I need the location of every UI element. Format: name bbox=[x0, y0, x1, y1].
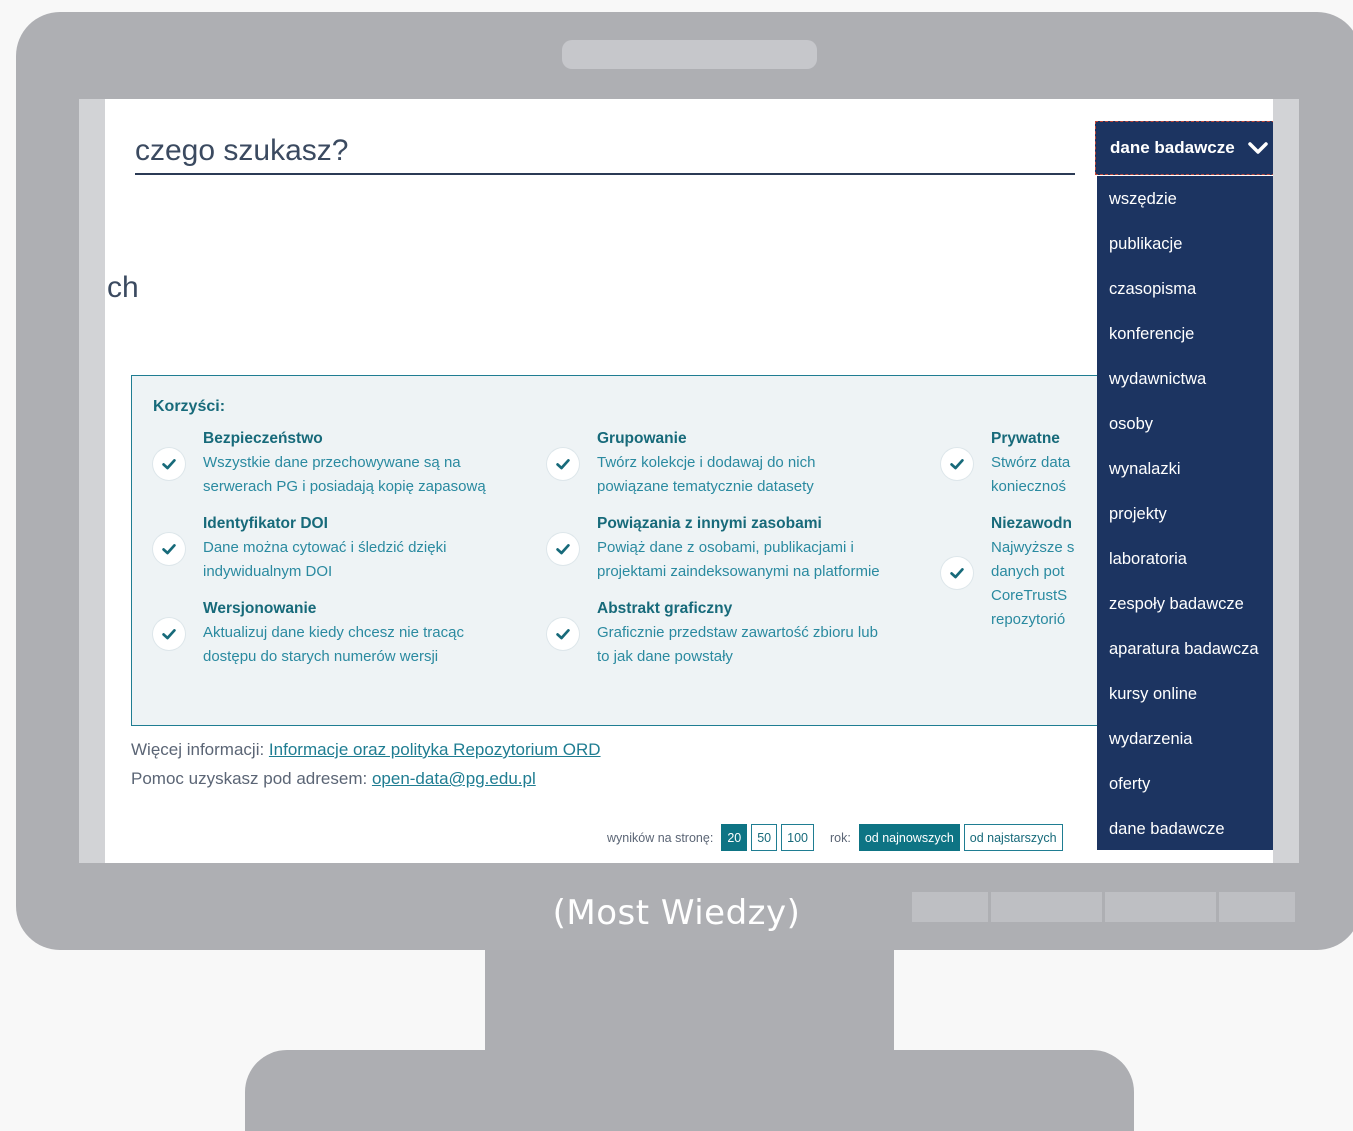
benefit-text: Twórz kolekcje i dodawaj do nich bbox=[597, 454, 816, 471]
help-label: Pomoc uzyskasz pod adresem: bbox=[131, 769, 372, 788]
benefit-text: Powiąż dane z osobami, publikacjami i bbox=[597, 539, 854, 556]
benefit-text: Graficznie przedstaw zawartość zbioru lu… bbox=[597, 624, 878, 641]
decorative-stripes bbox=[912, 892, 1301, 922]
dropdown-item-oferty[interactable]: oferty bbox=[1109, 775, 1150, 794]
per-page-label: wyników na stronę: bbox=[607, 830, 714, 845]
help-line: Pomoc uzyskasz pod adresem: open-data@pg… bbox=[131, 769, 536, 789]
per-page-100-button[interactable]: 100 bbox=[781, 824, 814, 851]
monitor-stand-neck bbox=[485, 950, 894, 1052]
check-icon bbox=[547, 533, 579, 565]
monitor-stand-base bbox=[245, 1050, 1134, 1131]
dropdown-item-publikacje[interactable]: publikacje bbox=[1109, 235, 1182, 254]
dropdown-item-osoby[interactable]: osoby bbox=[1109, 415, 1153, 434]
check-icon bbox=[153, 618, 185, 650]
benefit-title: Prywatne bbox=[991, 430, 1060, 447]
check-icon bbox=[153, 448, 185, 480]
check-icon bbox=[547, 448, 579, 480]
benefit-text: Najwyższe s bbox=[991, 539, 1075, 556]
category-dropdown-menu: wszędzie publikacje czasopisma konferenc… bbox=[1097, 176, 1273, 850]
benefit-text: Stwórz data bbox=[991, 454, 1071, 471]
benefit-text: danych pot bbox=[991, 563, 1065, 580]
benefit-item: Wersjonowanie Aktualizuj dane kiedy chce… bbox=[153, 600, 513, 665]
benefit-text: CoreTrustS bbox=[991, 587, 1068, 604]
results-toolbar: wyników na stronę: 20 50 100 rok: od naj… bbox=[607, 824, 1067, 851]
web-page: ch Korzyści: Bezpieczeństwo Wszystkie da… bbox=[105, 99, 1273, 863]
benefit-title: Wersjonowanie bbox=[203, 600, 317, 617]
screen-left-gutter bbox=[79, 99, 105, 863]
benefit-title: Bezpieczeństwo bbox=[203, 430, 323, 447]
category-dropdown-value: dane badawcze bbox=[1110, 138, 1235, 157]
benefits-title: Korzyści: bbox=[153, 398, 226, 415]
benefit-title: Abstrakt graficzny bbox=[597, 600, 733, 617]
dropdown-item-wydawnictwa[interactable]: wydawnictwa bbox=[1109, 370, 1206, 389]
benefit-text: Aktualizuj dane kiedy chcesz nie tracąc bbox=[203, 624, 464, 641]
benefit-title: Grupowanie bbox=[597, 430, 687, 447]
benefit-text: indywidualnym DOI bbox=[203, 563, 333, 580]
benefit-text: projektami zaindeksowanymi na platformie bbox=[597, 563, 880, 580]
benefit-text: serwerach PG i posiadają kopię zapasową bbox=[203, 478, 486, 495]
benefit-text: repozytorió bbox=[991, 611, 1066, 628]
benefit-title: Identyfikator DOI bbox=[203, 515, 328, 532]
per-page-50-button[interactable]: 50 bbox=[751, 824, 778, 851]
dropdown-item-projekty[interactable]: projekty bbox=[1109, 505, 1167, 524]
dropdown-item-dane-badawcze[interactable]: dane badawcze bbox=[1109, 820, 1225, 839]
benefit-item: Abstrakt graficzny Graficznie przedstaw … bbox=[547, 600, 907, 665]
dropdown-item-wszedzie[interactable]: wszędzie bbox=[1109, 190, 1177, 209]
chevron-down-icon bbox=[1247, 142, 1268, 154]
webcam-bar bbox=[562, 40, 817, 69]
dropdown-item-czasopisma[interactable]: czasopisma bbox=[1109, 280, 1196, 299]
check-icon bbox=[941, 448, 973, 480]
check-icon bbox=[547, 618, 579, 650]
page-heading-partial: ch bbox=[107, 271, 139, 304]
email-link[interactable]: open-data@pg.edu.pl bbox=[372, 769, 536, 788]
dropdown-item-kursy-online[interactable]: kursy online bbox=[1109, 685, 1197, 704]
benefit-title: Powiązania z innymi zasobami bbox=[597, 515, 822, 532]
more-info-line: Więcej informacji: Informacje oraz polit… bbox=[131, 740, 601, 760]
benefit-item: Powiązania z innymi zasobami Powiąż dane… bbox=[547, 515, 907, 580]
policy-link[interactable]: Informacje oraz polityka Repozytorium OR… bbox=[269, 740, 601, 759]
sort-newest-button[interactable]: od najnowszych bbox=[858, 824, 960, 851]
benefit-text: powiązane tematycznie datasety bbox=[597, 478, 814, 495]
dropdown-item-konferencje[interactable]: konferencje bbox=[1109, 325, 1194, 344]
check-icon bbox=[941, 557, 973, 589]
dropdown-item-wydarzenia[interactable]: wydarzenia bbox=[1109, 730, 1192, 749]
benefit-text: dostępu do starych numerów wersji bbox=[203, 648, 439, 665]
benefit-item: Grupowanie Twórz kolekcje i dodawaj do n… bbox=[547, 430, 907, 495]
benefit-text: koniecznoś bbox=[991, 478, 1067, 495]
stage: ch Korzyści: Bezpieczeństwo Wszystkie da… bbox=[0, 0, 1353, 1131]
more-info-label: Więcej informacji: bbox=[131, 740, 269, 759]
benefit-item: Bezpieczeństwo Wszystkie dane przechowyw… bbox=[153, 430, 513, 495]
dropdown-item-zespoly-badawcze[interactable]: zespoły badawcze bbox=[1109, 595, 1244, 614]
dropdown-item-laboratoria[interactable]: laboratoria bbox=[1109, 550, 1187, 569]
category-dropdown[interactable]: dane badawcze bbox=[1095, 121, 1273, 175]
year-label: rok: bbox=[829, 830, 851, 845]
benefit-item: Identyfikator DOI Dane można cytować i ś… bbox=[153, 515, 513, 580]
search-input[interactable] bbox=[135, 129, 1075, 175]
benefit-text: Wszystkie dane przechowywane są na bbox=[203, 454, 461, 471]
screen: ch Korzyści: Bezpieczeństwo Wszystkie da… bbox=[79, 99, 1299, 863]
dropdown-item-wynalazki[interactable]: wynalazki bbox=[1109, 460, 1181, 479]
benefit-text: to jak dane powstały bbox=[597, 648, 733, 665]
benefit-text: Dane można cytować i śledzić dzięki bbox=[203, 539, 447, 556]
check-icon bbox=[153, 533, 185, 565]
screen-right-gutter bbox=[1273, 99, 1299, 863]
per-page-20-button[interactable]: 20 bbox=[721, 824, 748, 851]
benefit-title: Niezawodn bbox=[991, 515, 1072, 532]
sort-oldest-button[interactable]: od najstarszych bbox=[963, 824, 1063, 851]
dropdown-item-aparatura-badawcza[interactable]: aparatura badawcza bbox=[1109, 640, 1259, 659]
